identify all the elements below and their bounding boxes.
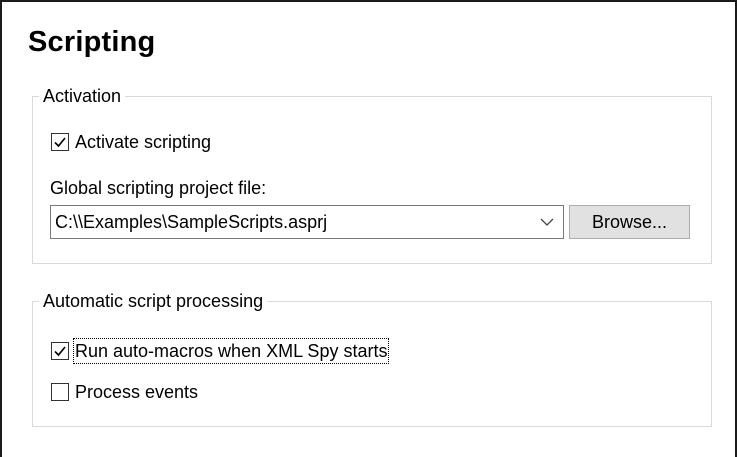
activate-scripting-label: Activate scripting [75,132,212,152]
process-events-checkbox[interactable]: Process events [51,381,198,403]
run-auto-macros-checkbox-box[interactable] [51,342,69,360]
chevron-down-icon[interactable] [539,216,555,228]
activation-group: Activation Activate scripting Global scr… [32,85,712,264]
automatic-processing-group: Automatic script processing Run auto-mac… [32,290,712,427]
run-auto-macros-checkbox[interactable]: Run auto-macros when XML Spy starts [51,338,390,364]
automatic-processing-legend: Automatic script processing [39,290,268,312]
process-events-checkbox-box[interactable] [51,383,69,401]
checkmark-icon [54,137,66,148]
browse-button[interactable]: Browse... [569,205,690,239]
project-file-label: Global scripting project file: [50,178,267,198]
page-title: Scripting [28,26,156,58]
project-file-value[interactable]: C:\\Examples\SampleScripts.asprj [55,211,327,233]
run-auto-macros-label: Run auto-macros when XML Spy starts [72,338,390,364]
activate-scripting-checkbox-box[interactable] [51,133,69,151]
project-file-combobox[interactable]: C:\\Examples\SampleScripts.asprj [50,205,564,239]
checkmark-icon [54,346,66,357]
process-events-label: Process events [75,382,199,402]
activate-scripting-checkbox[interactable]: Activate scripting [51,131,211,153]
scripting-panel: Scripting Activation Activate scripting … [0,0,737,457]
activation-legend: Activation [39,85,126,107]
